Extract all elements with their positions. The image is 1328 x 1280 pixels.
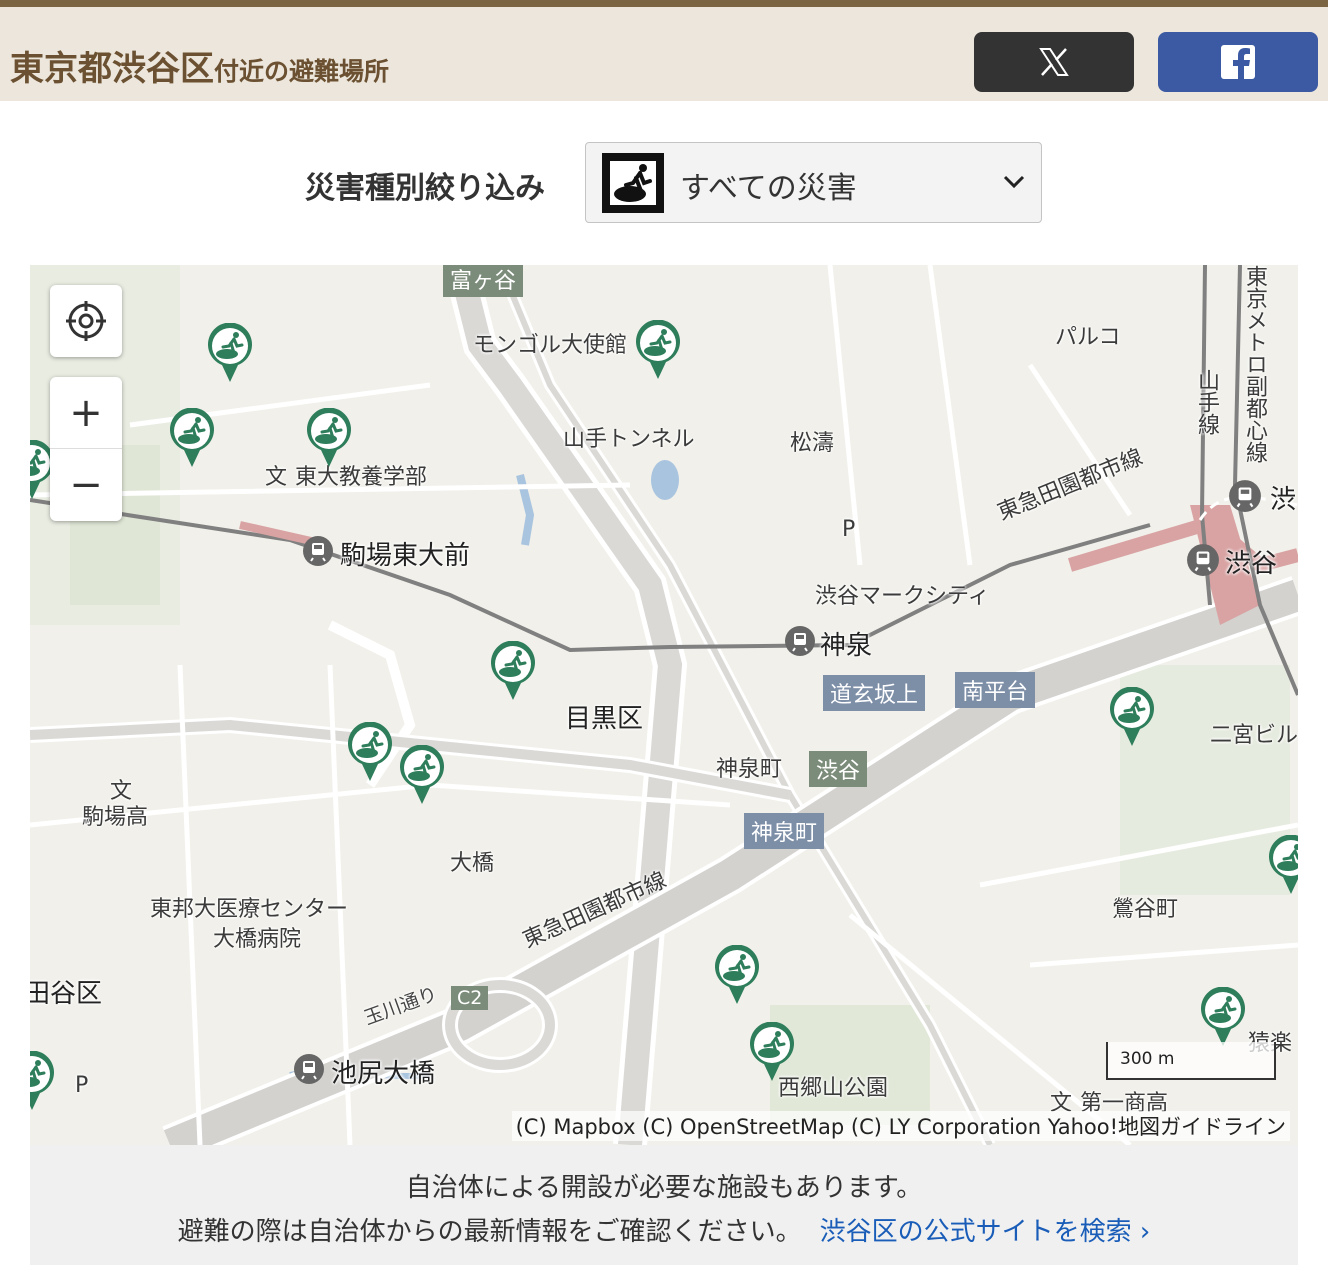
- zoom-out-button[interactable]: −: [50, 449, 122, 521]
- place-komaba-ko: 駒場高: [82, 805, 149, 830]
- place-toho-hospital-2: 大橋病院: [213, 927, 302, 952]
- evacuation-runner-icon: [348, 721, 392, 781]
- place-shibuya-left: 渋: [1270, 485, 1297, 515]
- place-dogenzaka-ue: 道玄坂上: [823, 675, 926, 711]
- disaster-type-selected: すべての災害: [680, 171, 857, 206]
- disaster-type-select[interactable]: すべての災害: [585, 142, 1042, 223]
- notice-line-2-text: 避難の際は自治体からの最新情報をご確認ください。: [177, 1217, 802, 1247]
- parking-p2: P: [75, 1073, 89, 1098]
- crosshair-icon: [66, 301, 106, 341]
- station-icon: [294, 1054, 324, 1084]
- place-uguisudani: 鶯谷町: [1112, 897, 1179, 922]
- shelter-marker[interactable]: [168, 407, 216, 468]
- shelter-marker[interactable]: [1108, 686, 1156, 747]
- station-icon: [303, 536, 333, 566]
- page-header: 東京都渋谷区付近の避難場所: [0, 7, 1328, 101]
- place-ohashi: 大橋: [450, 851, 495, 876]
- shelter-marker[interactable]: [1199, 986, 1247, 1047]
- shelter-marker[interactable]: [1267, 834, 1298, 895]
- place-shoto: 松濤: [790, 431, 835, 456]
- shelter-marker[interactable]: [713, 944, 761, 1005]
- official-site-link-label: 渋谷区の公式サイトを検索: [819, 1217, 1132, 1247]
- title-suffix: 付近の避難場所: [214, 57, 390, 86]
- shelter-marker[interactable]: [748, 1021, 796, 1082]
- place-setagaya: 田谷区: [30, 979, 103, 1009]
- notice-box: 自治体による開設が必要な施設もあります。 避難の際は自治体からの最新情報をご確認…: [30, 1145, 1298, 1265]
- station-shibuya: 渋谷: [1225, 549, 1278, 579]
- map-attribution[interactable]: (C) Mapbox (C) OpenStreetMap (C) LY Corp…: [511, 1111, 1290, 1141]
- place-meguro-ku: 目黒区: [565, 704, 644, 734]
- place-yamanote: 山手線: [1194, 369, 1219, 435]
- station-icon: [1229, 480, 1261, 512]
- evacuation-runner-icon: [1110, 686, 1154, 746]
- shelter-marker[interactable]: [489, 640, 537, 701]
- evacuation-map[interactable]: 富ヶ谷 モンゴル大使館 パルコ 東京メトロ副都心線 山手線 山手トンネル 松濤 …: [30, 265, 1298, 1145]
- shelter-marker[interactable]: [346, 721, 394, 782]
- evacuation-runner-icon: [715, 944, 759, 1004]
- chevron-down-icon: [1003, 175, 1025, 189]
- evacuation-runner-icon: [636, 319, 680, 379]
- locate-control: [50, 285, 122, 357]
- place-shinsen-cho-badge: 神泉町: [744, 813, 825, 849]
- place-minami-heidai: 南平台: [955, 672, 1036, 708]
- place-mongol: モンゴル大使館: [473, 333, 628, 358]
- header-top-rule: [0, 0, 1328, 7]
- station-icon: [785, 626, 815, 656]
- evacuation-runner-icon: [208, 322, 252, 382]
- evacuation-runner-icon: [170, 407, 214, 467]
- evacuation-runner-icon: [30, 1050, 54, 1110]
- notice-line-1: 自治体による開設が必要な施設もあります。: [405, 1173, 923, 1203]
- shelter-marker[interactable]: [305, 407, 353, 468]
- place-toho-hospital-1: 東邦大医療センター: [150, 897, 349, 922]
- shelter-marker[interactable]: [206, 322, 254, 383]
- place-parco: パルコ: [1055, 325, 1121, 350]
- evacuation-runner-icon: [602, 153, 664, 213]
- evacuation-runner-icon: [750, 1021, 794, 1081]
- official-site-link[interactable]: 渋谷区の公式サイトを検索 ›: [820, 1217, 1151, 1247]
- shelter-marker[interactable]: [634, 319, 682, 380]
- share-x-button[interactable]: [974, 32, 1134, 92]
- zoom-in-button[interactable]: +: [50, 377, 122, 449]
- evacuation-runner-icon: [400, 744, 444, 804]
- place-ninomiya-bldg: 二宮ビル: [1210, 723, 1298, 748]
- evacuation-runner-icon: [1269, 834, 1298, 894]
- facebook-logo-icon: [1221, 45, 1255, 79]
- station-icon: [1187, 544, 1219, 576]
- evacuation-runner-icon: [1201, 986, 1245, 1046]
- notice-line-2: 避難の際は自治体からの最新情報をご確認ください。 渋谷区の公式サイトを検索 ›: [30, 1211, 1298, 1248]
- parking-p1: P: [842, 517, 856, 542]
- evacuation-runner-icon: [491, 640, 535, 700]
- road-c2-badge: C2: [451, 986, 489, 1010]
- place-tokyo-metro: 東京メトロ副都心線: [1242, 265, 1267, 463]
- school-mark: 文: [265, 465, 288, 490]
- place-tomigaya: 富ヶ谷: [443, 265, 524, 297]
- station-shinsen: 神泉: [820, 631, 873, 661]
- zoom-control: + −: [50, 377, 122, 521]
- place-shibuya-badge: 渋谷: [809, 751, 868, 787]
- x-logo-icon: [1039, 48, 1069, 76]
- place-shibuya-mark-city: 渋谷マークシティ: [815, 584, 990, 609]
- locate-button[interactable]: [50, 285, 122, 357]
- title-area: 東京都渋谷区: [10, 49, 214, 89]
- place-yamate-tunnel: 山手トンネル: [563, 427, 695, 452]
- page-title: 東京都渋谷区付近の避難場所: [10, 41, 389, 90]
- place-shinsen-cho: 神泉町: [716, 757, 783, 782]
- share-facebook-button[interactable]: [1158, 32, 1318, 92]
- map-scale: 300 m: [1106, 1042, 1276, 1080]
- shelter-marker[interactable]: [30, 1050, 56, 1111]
- filter-label: 災害種別絞り込み: [305, 171, 545, 206]
- evacuation-runner-icon: [307, 407, 351, 467]
- shelter-marker[interactable]: [398, 744, 446, 805]
